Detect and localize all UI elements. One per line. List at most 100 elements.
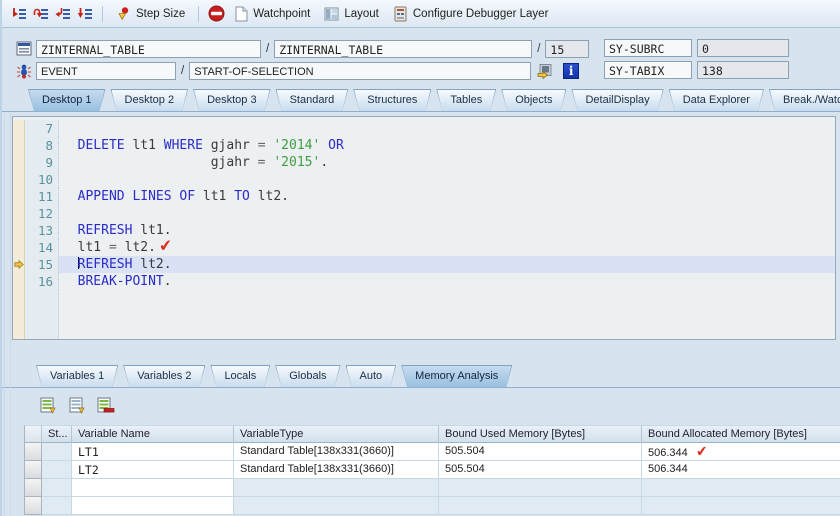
tab-desktop-1[interactable]: Desktop 1 [28,89,106,111]
line-number: 7 [25,120,59,137]
include-field[interactable]: ZINTERNAL_TABLE [274,40,532,58]
row-selector[interactable] [24,443,42,461]
step-size-button[interactable]: Step Size [109,4,192,24]
watchpoint-button[interactable]: Watchpoint [227,4,317,24]
tab-structures[interactable]: Structures [353,89,431,111]
sy-tabix-value-field: 138 [697,61,789,79]
column-header-bound-used-memory-bytes[interactable]: Bound Used Memory [Bytes] [439,425,642,443]
breakpoint-gutter[interactable] [13,239,25,256]
step-into-button[interactable] [8,4,30,24]
tab-variables-2[interactable]: Variables 2 [123,365,205,387]
breakpoint-gutter[interactable] [13,154,25,171]
allocated-memory-value: 506.344 [648,447,688,459]
code-line[interactable]: 7 [13,120,835,137]
code-line[interactable]: 12 [13,205,835,222]
column-header-bound-allocated-memory-bytes[interactable]: Bound Allocated Memory [Bytes] [642,425,840,443]
code-line[interactable]: 15 REFRESH lt2. [13,256,835,273]
tab-label: Standard [277,90,348,111]
tab-memory-analysis[interactable]: Memory Analysis [401,365,512,387]
details-button[interactable] [38,396,58,415]
goto-statement-icon[interactable] [537,63,553,79]
tab-detaildisplay[interactable]: DetailDisplay [571,89,663,111]
table-row[interactable]: LT2Standard Table[138x331(3660)]505.5045… [24,461,840,479]
code-text: REFRESH lt1. [59,222,835,239]
tab-label: Structures [354,90,430,111]
tab-desktop-3[interactable]: Desktop 3 [193,89,271,111]
layout-label: Layout [344,8,379,20]
allocated-memory-cell [642,497,840,515]
line-number: 12 [25,205,59,222]
sy-tabix-name-field[interactable]: SY-TABIX [604,61,692,79]
tab-variables-1[interactable]: Variables 1 [36,365,118,387]
column-header-st[interactable]: St... [42,425,72,443]
breakpoint-gutter[interactable] [13,188,25,205]
source-context-row: ZINTERNAL_TABLE / ZINTERNAL_TABLE / 15 S… [16,39,840,58]
event-context-row: EVENT / START-OF-SELECTION i SY-TABIX 13… [16,61,840,80]
tab-globals[interactable]: Globals [275,365,340,387]
table-row[interactable]: LT1Standard Table[138x331(3660)]505.5045… [24,443,840,461]
tab-desktop-2[interactable]: Desktop 2 [111,89,189,111]
stop-debugger-button[interactable] [205,4,227,24]
code-line[interactable]: 13 REFRESH lt1. [13,222,835,239]
breakpoint-gutter[interactable] [13,137,25,154]
status-cell [42,461,72,479]
step-return-button[interactable] [52,4,74,24]
code-text: gjahr = '2015'. [59,154,835,171]
tab-locals[interactable]: Locals [210,365,270,387]
program-field[interactable]: ZINTERNAL_TABLE [36,40,261,58]
debugger-bug-icon [16,63,32,79]
debugger-toolbar: Step Size Watchpoint Layout Configure De… [2,0,840,28]
tab-objects[interactable]: Objects [501,89,566,111]
code-line[interactable]: 8 DELETE lt1 WHERE gjahr = '2014' OR [13,137,835,154]
info-icon[interactable]: i [563,63,579,79]
breakpoint-gutter[interactable] [13,120,25,137]
tab-break-watchpoints[interactable]: Break./Watchpoints [769,89,840,111]
code-line[interactable]: 16 BREAK-POINT. [13,273,835,290]
tab-data-explorer[interactable]: Data Explorer [669,89,764,111]
row-selector[interactable] [24,461,42,479]
sy-subrc-name-field[interactable]: SY-SUBRC [604,39,692,57]
configure-debugger-layer-button[interactable]: Configure Debugger Layer [386,4,556,24]
event-value-field[interactable]: START-OF-SELECTION [189,62,531,80]
watchpoint-icon [234,6,249,22]
code-text: REFRESH lt2. [59,256,835,273]
line-number-field[interactable]: 15 [545,40,589,58]
event-field[interactable]: EVENT [36,62,176,80]
line-number: 9 [25,154,59,171]
source-code-icon [16,41,32,57]
tab-label: Desktop 3 [194,90,270,111]
breakpoint-gutter[interactable] [13,205,25,222]
layout-button[interactable]: Layout [317,4,386,24]
breakpoint-gutter[interactable] [13,171,25,188]
select-all-cell[interactable] [24,425,42,443]
line-number: 8 [25,137,59,154]
line-number: 15 [25,256,59,273]
current-statement-arrow-icon[interactable] [13,256,25,273]
table-row[interactable] [24,497,840,515]
step-over-button[interactable] [30,4,52,24]
row-selector[interactable] [24,497,42,515]
continue-button[interactable] [74,4,96,24]
tab-auto[interactable]: Auto [346,365,397,387]
code-line[interactable]: 11 APPEND LINES OF lt1 TO lt2. [13,188,835,205]
breakpoint-gutter[interactable] [13,222,25,239]
row-selector[interactable] [24,479,42,497]
code-line[interactable]: 14 lt1 = lt2.✔ [13,239,835,256]
column-header-variable-name[interactable]: Variable Name [72,425,234,443]
variable-type-cell [234,479,439,497]
breakpoint-gutter[interactable] [13,273,25,290]
step-return-icon [55,6,71,22]
status-cell [42,479,72,497]
code-line[interactable]: 10 [13,171,835,188]
remove-entry-icon [97,397,115,414]
tab-label: Tables [437,90,495,111]
tab-label: Desktop 2 [112,90,188,111]
tab-tables[interactable]: Tables [436,89,496,111]
code-line[interactable]: 9 gjahr = '2015'. [13,154,835,171]
code-editor[interactable]: 78 DELETE lt1 WHERE gjahr = '2014' OR9 g… [12,116,836,340]
column-header-variabletype[interactable]: VariableType [234,425,439,443]
table-row[interactable] [24,479,840,497]
change-view-button[interactable] [67,396,87,415]
remove-entry-button[interactable] [96,396,116,415]
tab-standard[interactable]: Standard [276,89,349,111]
